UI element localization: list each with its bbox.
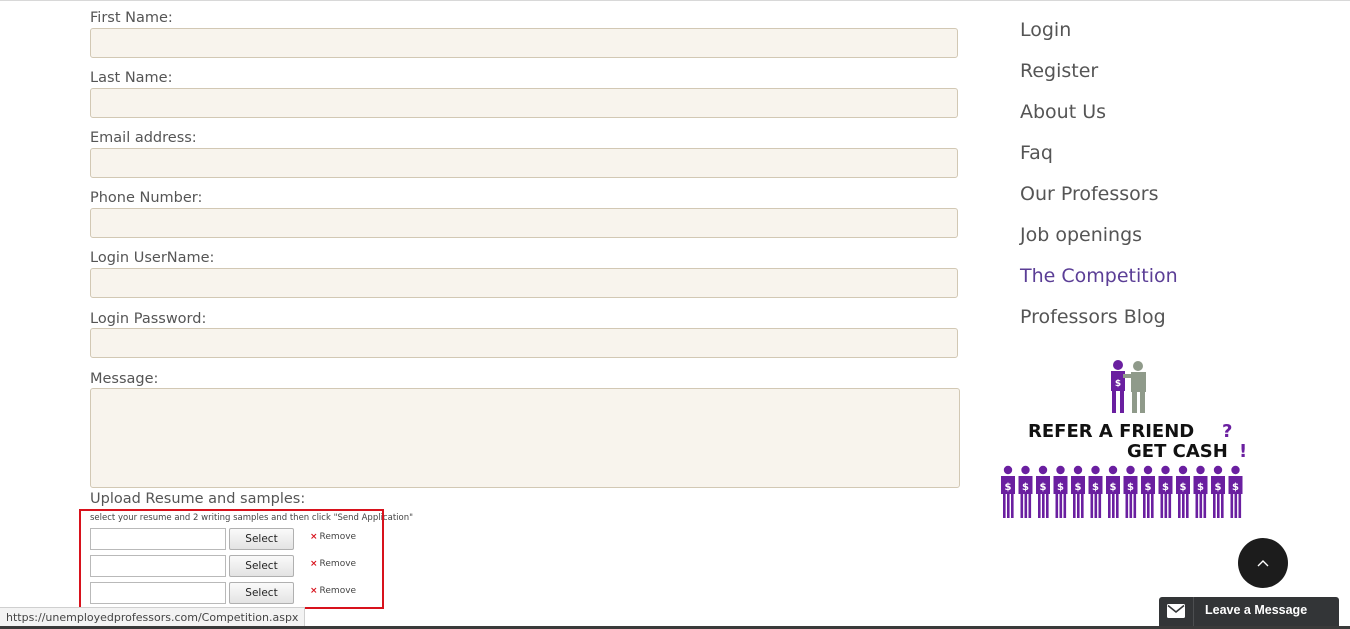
dollar-person-icon: $ [1018, 465, 1033, 518]
username-label: Login UserName: [90, 250, 215, 266]
svg-text:$: $ [1022, 482, 1029, 493]
svg-text:$: $ [1180, 482, 1187, 493]
top-divider [0, 0, 1350, 1]
dollar-person-icon: $ [1053, 465, 1068, 518]
email-field[interactable] [90, 148, 958, 178]
dollar-person-icon: $ [1228, 465, 1243, 518]
svg-text:$: $ [1162, 482, 1169, 493]
dollar-person-icon: $ [1001, 465, 1015, 518]
dollar-person-icon: $ [1211, 465, 1225, 518]
select-button[interactable]: Select [229, 582, 294, 604]
upload-file-input[interactable] [90, 582, 226, 604]
dollar-person-icon: $ [1106, 465, 1120, 518]
svg-text:$: $ [1232, 482, 1239, 493]
svg-text:$: $ [1215, 482, 1222, 493]
nav-faq[interactable]: Faq [1020, 142, 1053, 164]
envelope-icon [1167, 604, 1185, 618]
password-label: Login Password: [90, 311, 207, 327]
upload-row: Select × Remove [90, 528, 370, 550]
crowd-figures-icon: $ $ $ $ $ $ $ $ $ $ $ $ $ $ [1001, 465, 1243, 518]
refer-a-friend-banner[interactable]: $ REFER A FRIEND ? GET CASH ! $ $ $ $ $ $ $ $ $ $… [996, 356, 1258, 522]
message-label: Message: [90, 371, 159, 387]
svg-text:$: $ [1057, 482, 1064, 493]
remove-x-icon: × [310, 559, 318, 569]
upload-file-input[interactable] [90, 555, 226, 577]
nav-job-openings[interactable]: Job openings [1020, 224, 1142, 246]
upload-row: Select × Remove [90, 555, 370, 577]
browser-status-bar: https://unemployedprofessors.com/Competi… [0, 607, 306, 627]
remove-label: Remove [319, 586, 357, 596]
first-name-label: First Name: [90, 10, 173, 26]
upload-label: Upload Resume and samples: [90, 491, 306, 507]
scroll-to-top-button[interactable] [1238, 538, 1288, 588]
dollar-person-icon: $ [1158, 465, 1173, 518]
nav-login[interactable]: Login [1020, 19, 1071, 41]
svg-text:$: $ [1115, 379, 1121, 389]
promo-line-1: REFER A FRIEND [1028, 421, 1194, 442]
dollar-person-icon: $ [1176, 465, 1190, 518]
nav-register[interactable]: Register [1020, 60, 1098, 82]
dollar-person-icon: $ [1193, 465, 1208, 518]
svg-text:$: $ [1110, 482, 1117, 493]
chat-divider [1193, 597, 1194, 626]
upload-row: Select × Remove [90, 582, 370, 604]
promo-line-2: GET CASH [1127, 441, 1228, 462]
nav-professors-blog[interactable]: Professors Blog [1020, 306, 1166, 328]
svg-text:$: $ [1092, 482, 1099, 493]
message-textarea[interactable] [90, 388, 960, 488]
dollar-person-icon: $ [1071, 465, 1085, 518]
referring-figures-icon: $ [1111, 360, 1146, 413]
remove-link[interactable]: × Remove [310, 586, 356, 596]
select-button[interactable]: Select [229, 555, 294, 577]
select-button[interactable]: Select [229, 528, 294, 550]
svg-text:$: $ [1145, 482, 1152, 493]
nav-about-us[interactable]: About Us [1020, 101, 1106, 123]
promo-exclamation: ! [1239, 441, 1247, 462]
svg-text:$: $ [1075, 482, 1082, 493]
svg-text:$: $ [1005, 482, 1012, 493]
phone-label: Phone Number: [90, 190, 203, 206]
remove-label: Remove [319, 559, 357, 569]
dollar-person-icon: $ [1036, 465, 1050, 518]
remove-x-icon: × [310, 532, 318, 542]
svg-text:$: $ [1127, 482, 1134, 493]
nav-our-professors[interactable]: Our Professors [1020, 183, 1159, 205]
phone-field[interactable] [90, 208, 958, 238]
leave-message-label: Leave a Message [1205, 603, 1308, 617]
remove-x-icon: × [310, 586, 318, 596]
dollar-person-icon: $ [1088, 465, 1103, 518]
email-label: Email address: [90, 130, 197, 146]
remove-link[interactable]: × Remove [310, 559, 356, 569]
last-name-label: Last Name: [90, 70, 173, 86]
chevron-up-icon [1257, 560, 1269, 567]
remove-link[interactable]: × Remove [310, 532, 356, 542]
last-name-field[interactable] [90, 88, 958, 118]
svg-text:$: $ [1040, 482, 1047, 493]
dollar-person-icon: $ [1123, 465, 1138, 518]
promo-question-mark: ? [1222, 421, 1232, 442]
dollar-person-icon: $ [1141, 465, 1155, 518]
username-field[interactable] [90, 268, 958, 298]
leave-message-button[interactable]: Leave a Message [1159, 597, 1339, 626]
nav-the-competition[interactable]: The Competition [1020, 265, 1178, 287]
first-name-field[interactable] [90, 28, 958, 58]
upload-file-input[interactable] [90, 528, 226, 550]
password-field[interactable] [90, 328, 958, 358]
remove-label: Remove [319, 532, 357, 542]
svg-text:$: $ [1197, 482, 1204, 493]
